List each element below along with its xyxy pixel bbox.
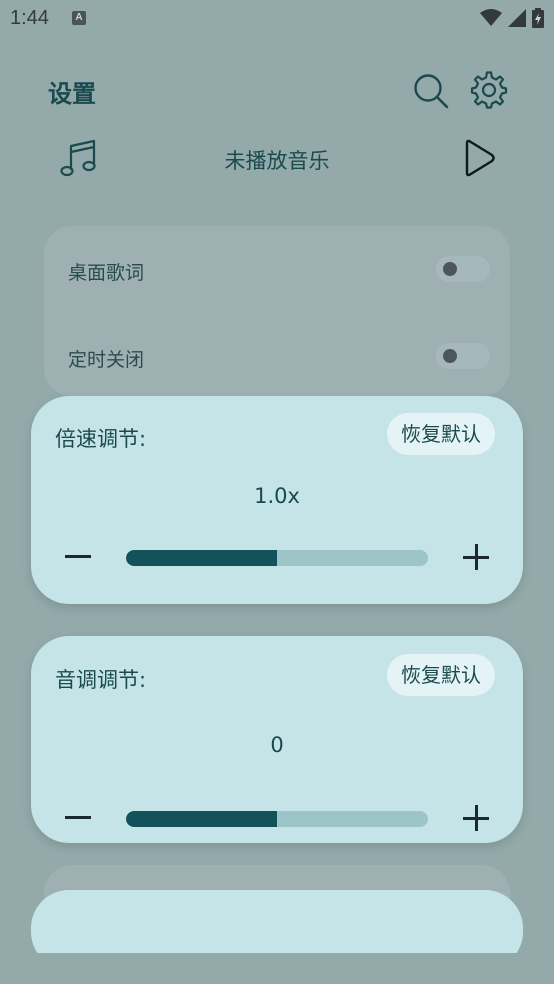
pitch-slider[interactable] — [126, 811, 428, 827]
pitch-reset-button[interactable]: 恢复默认 — [387, 654, 495, 696]
search-icon[interactable] — [412, 72, 450, 110]
toggle-knob — [443, 349, 457, 363]
speed-value: 1.0x — [254, 484, 300, 508]
pitch-decrease-button[interactable] — [65, 816, 91, 819]
desktop-lyrics-toggle[interactable] — [436, 256, 490, 282]
speed-label: 倍速调节: — [55, 427, 147, 451]
toggle-knob — [443, 262, 457, 276]
pitch-label: 音调调节: — [55, 668, 147, 692]
bottom-edge — [0, 953, 554, 984]
pitch-card: 音调调节: 恢复默认 0 — [31, 636, 523, 843]
speed-reset-button[interactable]: 恢复默认 — [387, 413, 495, 455]
sleep-timer-toggle[interactable] — [436, 343, 490, 369]
status-icons — [480, 8, 544, 28]
signal-icon — [508, 9, 526, 27]
status-bar: 1:44 A — [0, 0, 554, 38]
pitch-value: 0 — [270, 733, 284, 757]
desktop-lyrics-label: 桌面歌词 — [68, 262, 145, 284]
notification-icon: A — [72, 11, 86, 25]
status-time: 1:44 — [10, 7, 49, 29]
speed-card: 倍速调节: 恢复默认 1.0x — [31, 396, 523, 604]
page-title: 设置 — [48, 80, 96, 108]
gear-icon[interactable] — [469, 70, 509, 110]
pitch-slider-fill — [126, 811, 277, 827]
battery-icon — [532, 8, 544, 28]
pitch-increase-button[interactable] — [463, 805, 489, 831]
toggle-settings-card: 桌面歌词 定时关闭 — [44, 226, 510, 396]
speed-decrease-button[interactable] — [65, 555, 91, 558]
speed-increase-button[interactable] — [463, 544, 489, 570]
speed-slider[interactable] — [126, 550, 428, 566]
sleep-timer-label: 定时关闭 — [68, 349, 145, 371]
wifi-icon — [480, 9, 502, 26]
play-icon[interactable] — [462, 138, 496, 178]
speed-slider-fill — [126, 550, 277, 566]
